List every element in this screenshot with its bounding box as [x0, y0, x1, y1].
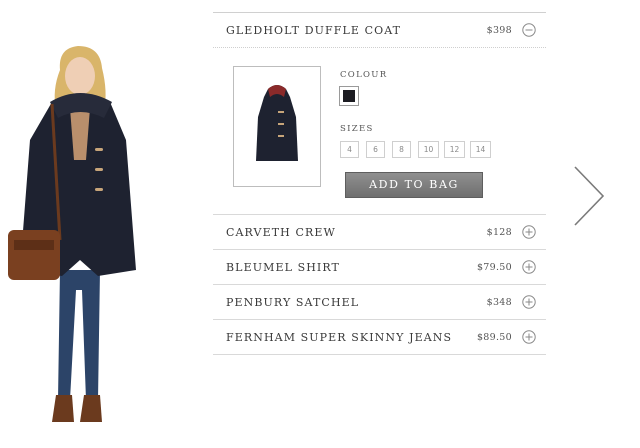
- colour-swatch[interactable]: [339, 86, 359, 106]
- product-price: $89.50: [476, 332, 512, 343]
- plus-circle-icon[interactable]: [522, 295, 536, 309]
- product-name: FERNHAM SUPER SKINNY JEANS: [226, 331, 453, 344]
- product-name: PENBURY SATCHEL: [226, 296, 360, 309]
- product-detail-panel: COLOUR SIZES 4 6 8 10 12 14 ADD TO BAG: [213, 47, 546, 214]
- plus-circle-icon[interactable]: [522, 260, 536, 274]
- product-row-penbury-satchel[interactable]: PENBURY SATCHEL $348: [213, 284, 546, 319]
- product-price: $348: [486, 297, 512, 308]
- product-thumbnail[interactable]: [233, 66, 321, 187]
- minus-circle-icon[interactable]: [522, 23, 536, 37]
- product-price: $128: [486, 227, 512, 238]
- size-option[interactable]: 4: [340, 141, 359, 158]
- list-divider: [213, 354, 546, 355]
- size-option[interactable]: 12: [444, 141, 465, 158]
- plus-circle-icon[interactable]: [522, 330, 536, 344]
- swatch-fill: [343, 90, 355, 102]
- product-price: $398: [486, 25, 512, 36]
- model-photo: [8, 46, 136, 422]
- coat-image: [256, 85, 298, 161]
- product-name: CARVETH CREW: [226, 226, 336, 239]
- size-option[interactable]: 10: [418, 141, 439, 158]
- product-row-bleumel-shirt[interactable]: BLEUMEL SHIRT $79.50: [213, 249, 546, 284]
- sizes-label: SIZES: [340, 124, 374, 134]
- product-row-carveth-crew[interactable]: CARVETH CREW $128: [213, 214, 546, 249]
- size-option[interactable]: 14: [470, 141, 491, 158]
- product-price: $79.50: [476, 262, 512, 273]
- product-list: GLEDHOLT DUFFLE COAT $398 COLOUR SIZES 4…: [213, 12, 546, 355]
- colour-label: COLOUR: [340, 70, 388, 80]
- size-option[interactable]: 6: [366, 141, 385, 158]
- product-row-gledholt-duffle-coat[interactable]: GLEDHOLT DUFFLE COAT $398: [213, 12, 546, 47]
- chevron-right-icon[interactable]: [572, 165, 606, 227]
- product-row-fernham-super-skinny-jeans[interactable]: FERNHAM SUPER SKINNY JEANS $89.50: [213, 319, 546, 354]
- plus-circle-icon[interactable]: [522, 225, 536, 239]
- product-name: GLEDHOLT DUFFLE COAT: [226, 24, 402, 37]
- product-name: BLEUMEL SHIRT: [226, 261, 340, 274]
- size-options: 4 6 8 10 12 14: [340, 141, 496, 158]
- size-option[interactable]: 8: [392, 141, 411, 158]
- add-to-bag-button[interactable]: ADD TO BAG: [345, 172, 483, 198]
